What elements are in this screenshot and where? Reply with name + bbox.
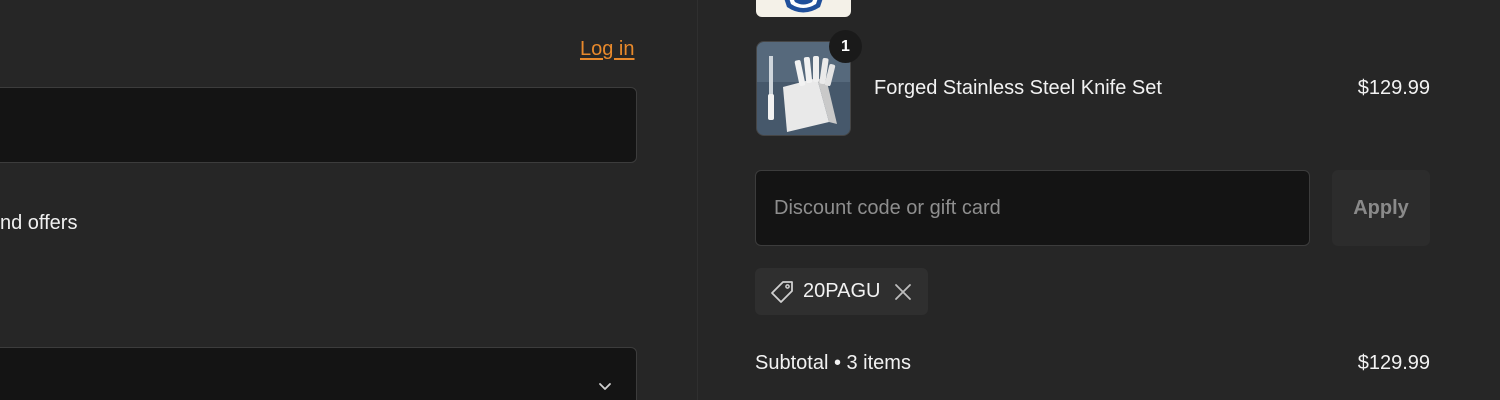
discount-code-input[interactable] [755,170,1310,246]
close-icon[interactable] [894,283,912,301]
quantity-badge: 1 [829,30,862,63]
apply-discount-button[interactable]: Apply [1332,170,1430,246]
login-link[interactable]: Log in [580,38,635,61]
applied-discount-chip: 20PAGU [755,268,928,315]
tag-icon [771,280,793,303]
applied-code-text: 20PAGU [803,280,881,302]
previous-item-thumbnail [756,0,851,17]
contact-email-field[interactable] [0,87,637,163]
subtotal-label: Subtotal • 3 items [755,352,911,374]
email-offers-label: nd offers [0,212,78,234]
shield-logo-icon [784,0,823,13]
chevron-down-icon[interactable] [597,378,613,394]
checkout-page: Log in nd offers 1 Forged Stainless Stee… [0,0,1500,400]
item-price: $129.99 [1357,77,1430,99]
item-name: Forged Stainless Steel Knife Set [874,77,1162,99]
subtotal-value: $129.99 [1357,352,1430,374]
country-select[interactable] [0,347,637,400]
